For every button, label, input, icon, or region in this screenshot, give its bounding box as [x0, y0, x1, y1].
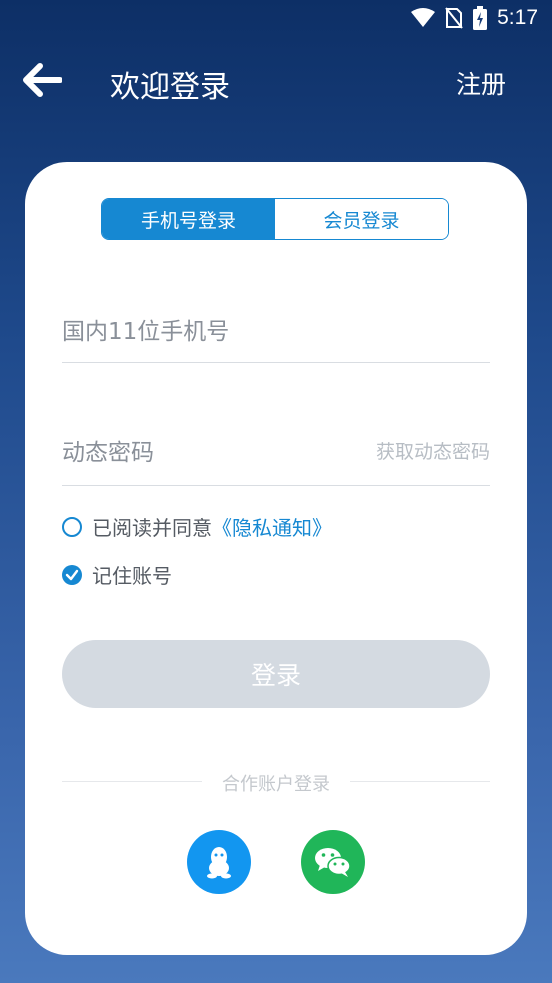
wifi-icon [411, 8, 436, 27]
password-input-placeholder: 动态密码 [62, 440, 154, 466]
password-field[interactable]: 动态密码 获取动态密码 [62, 414, 490, 486]
status-bar: 5:17 [0, 0, 552, 40]
phone-field[interactable]: 国内11位手机号 [62, 290, 490, 363]
page-title: 欢迎登录 [110, 70, 230, 105]
privacy-notice-link[interactable]: 《隐私通知》 [212, 512, 332, 541]
tab-member-login[interactable]: 会员登录 [275, 199, 448, 239]
status-icons: 5:17 [411, 6, 538, 30]
remember-row: 记住账号 [62, 560, 172, 589]
remember-checkbox[interactable] [62, 564, 82, 585]
wechat-login-button[interactable] [301, 830, 365, 894]
get-code-button[interactable]: 获取动态密码 [376, 437, 490, 464]
no-sim-icon [445, 7, 463, 29]
agreement-checkbox[interactable] [62, 516, 82, 537]
qq-login-button[interactable] [187, 830, 251, 894]
check-icon [65, 569, 79, 580]
status-time: 5:17 [497, 6, 538, 29]
qq-icon [207, 847, 231, 879]
partner-divider: 合作账户登录 [62, 770, 490, 795]
agreement-row: 已阅读并同意 《隐私通知》 [62, 512, 332, 541]
app-bar: 欢迎登录 注册 [0, 52, 552, 108]
wechat-icon [315, 848, 351, 877]
partner-login-label: 合作账户登录 [222, 774, 330, 795]
battery-charging-icon [473, 6, 488, 30]
back-button[interactable] [22, 60, 66, 100]
register-link[interactable]: 注册 [456, 65, 506, 101]
back-arrow-icon [23, 63, 63, 97]
divider-line-right [350, 781, 490, 782]
login-button[interactable]: 登录 [62, 640, 490, 708]
login-card: 手机号登录 会员登录 国内11位手机号 动态密码 获取动态密码 已阅读并同意 《隐… [25, 162, 527, 955]
remember-label: 记住账号 [92, 564, 172, 588]
phone-input-placeholder: 国内11位手机号 [62, 319, 230, 345]
tab-phone-login[interactable]: 手机号登录 [102, 199, 275, 239]
login-tabs: 手机号登录 会员登录 [101, 198, 449, 240]
agreement-text: 已阅读并同意 [92, 516, 212, 540]
